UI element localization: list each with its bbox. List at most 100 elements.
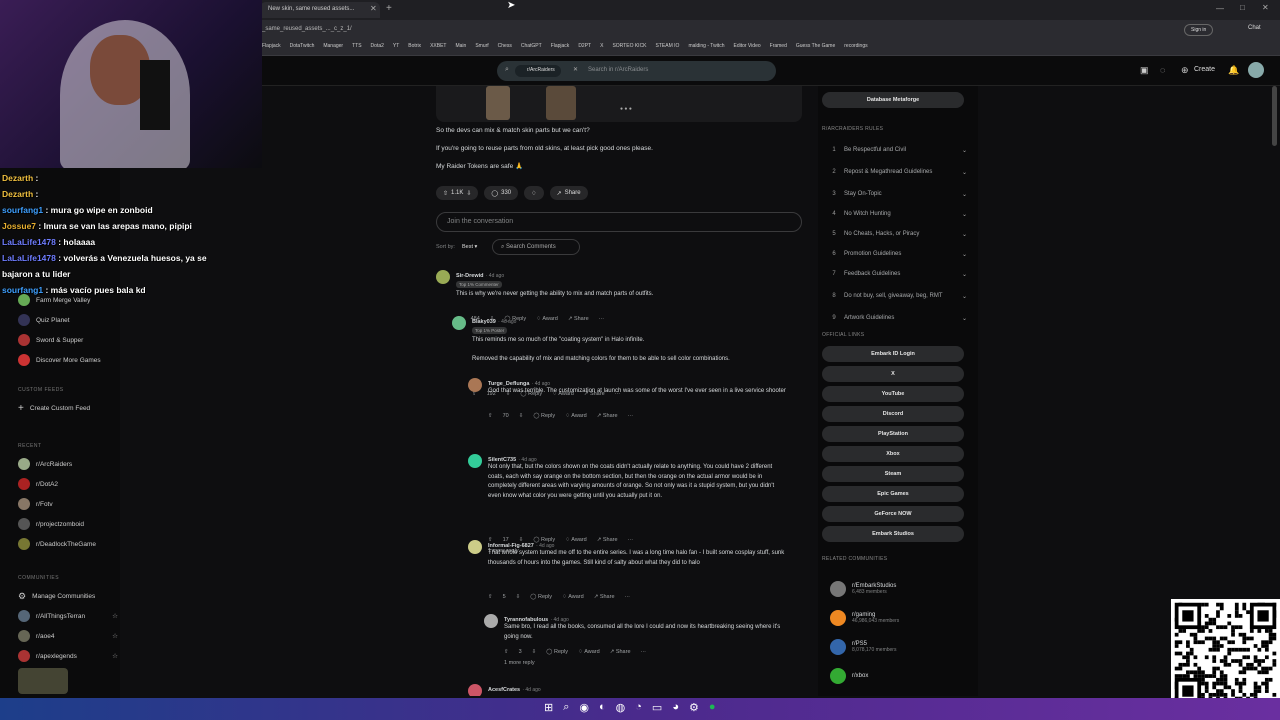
chat-button[interactable]: Chat	[1248, 25, 1261, 31]
app-icon[interactable]: ◐	[599, 701, 606, 714]
award-button[interactable]: ♢ Award	[565, 413, 587, 419]
recent-item[interactable]: r/projectzomboid	[18, 514, 118, 534]
bookmark-item[interactable]: X	[600, 43, 603, 49]
commenter-avatar[interactable]	[452, 316, 466, 330]
more-options-icon[interactable]: ···	[625, 594, 631, 600]
more-replies-link[interactable]: 1 more reply	[504, 660, 535, 666]
related-community[interactable]: r/EmbarkStudios 6,483 members	[818, 574, 978, 603]
award-button[interactable]: ♢ Award	[565, 537, 587, 543]
bookmark-item[interactable]: DotaTwitch	[290, 43, 315, 49]
bookmark-item[interactable]: D2PT	[578, 43, 591, 49]
section-label[interactable]: CUSTOM FEEDS	[18, 380, 118, 398]
chat-username[interactable]: Dezarth	[2, 189, 33, 199]
upvote-icon[interactable]: ⇧	[488, 594, 493, 600]
database-metaforge-button[interactable]: Database Metaforge	[822, 92, 964, 108]
recent-item[interactable]: r/DeadlockTheGame	[18, 534, 118, 554]
section-label[interactable]: COMMUNITIES	[18, 568, 118, 586]
rule-item[interactable]: 4 No Witch Hunting ⌄	[824, 204, 978, 224]
close-tab-icon[interactable]: ✕	[370, 4, 377, 13]
award-button[interactable]: ♢	[524, 186, 544, 200]
reply-button[interactable]: ◯ Reply	[546, 649, 568, 655]
rule-item[interactable]: 3 Stay On-Topic ⌄	[824, 184, 978, 204]
share-button[interactable]: ↗ Share	[597, 413, 618, 419]
bookmark-item[interactable]: Main	[455, 43, 466, 49]
bookmark-item[interactable]: STEAM IO	[656, 43, 680, 49]
rule-item[interactable]: 2 Repost & Megathread Guidelines ⌄	[824, 160, 978, 184]
create-button[interactable]: Create	[1194, 66, 1215, 73]
share-button[interactable]: ↗ Share	[549, 186, 588, 200]
share-button[interactable]: ↗ Share	[594, 594, 615, 600]
award-button[interactable]: ♢ Award	[562, 594, 584, 600]
sort-dropdown[interactable]: Best ▾	[462, 244, 477, 250]
rule-item[interactable]: 5 No Cheats, Hacks, or Piracy ⌄	[824, 224, 978, 244]
maximize-icon[interactable]: □	[1240, 3, 1245, 12]
new-tab-icon[interactable]: +	[386, 3, 392, 14]
star-icon[interactable]: ☆	[112, 612, 118, 620]
more-options-icon[interactable]: ···	[628, 413, 634, 419]
share-button[interactable]: ↗ Share	[568, 316, 589, 322]
rule-item[interactable]: 9 Artwork Guidelines ⌄	[824, 308, 978, 328]
rule-item[interactable]: 6 Promotion Guidelines ⌄	[824, 244, 978, 264]
chevron-down-icon[interactable]: ⌄	[962, 169, 978, 176]
section-label[interactable]: RECENT	[18, 436, 118, 454]
sidebar-game-item[interactable]: Sword & Supper	[18, 330, 118, 350]
downvote-icon[interactable]: ⇩	[516, 594, 521, 600]
sidebar-game-item[interactable]: Quiz Planet	[18, 310, 118, 330]
bookmark-item[interactable]: ChatGPT	[521, 43, 542, 49]
comment-author[interactable]: AcesfCrates	[488, 687, 520, 693]
commenter-avatar[interactable]	[468, 378, 482, 392]
bookmark-item[interactable]: SORTEO KICK	[612, 43, 646, 49]
search-subreddit-chip[interactable]: r/ArcRaiders	[515, 65, 561, 77]
official-link-button[interactable]: Discord	[822, 406, 964, 422]
chat-icon[interactable]: ◌	[1160, 65, 1165, 75]
related-community[interactable]: r/gaming 46,986,043 members	[818, 603, 978, 632]
chevron-down-icon[interactable]: ⌄	[962, 191, 978, 198]
official-link-button[interactable]: YouTube	[822, 386, 964, 402]
related-community[interactable]: r/xbox	[818, 661, 978, 690]
official-link-button[interactable]: Epic Games	[822, 486, 964, 502]
community-item[interactable]: r/aoe4 ☆	[18, 626, 118, 646]
sidebar-game-item[interactable]: Discover More Games	[18, 350, 118, 370]
official-link-button[interactable]: Xbox	[822, 446, 964, 462]
star-icon[interactable]: ☆	[112, 652, 118, 660]
more-options-icon[interactable]: ···	[628, 537, 634, 543]
bookmark-item[interactable]: recordings	[844, 43, 867, 49]
minimize-icon[interactable]: —	[1216, 4, 1224, 13]
chat-username[interactable]: sourfang1	[2, 285, 43, 295]
url-field[interactable]: _same_reused_assets_..._c_z_1/	[262, 26, 352, 32]
award-button[interactable]: ♢ Award	[536, 316, 558, 322]
rule-item[interactable]: 1 Be Respectful and Civil ⌄	[824, 140, 978, 160]
folder-icon[interactable]: ▭	[652, 701, 662, 714]
commenter-avatar[interactable]	[436, 270, 450, 284]
downvote-icon[interactable]: ⇩	[532, 649, 537, 655]
share-button[interactable]: ↗ Share	[597, 537, 618, 543]
chat-username[interactable]: sourfang1	[2, 205, 43, 215]
spotify-icon[interactable]: ●	[709, 701, 716, 714]
chat-username[interactable]: Jossue7	[2, 221, 36, 231]
chevron-down-icon[interactable]: ⌄	[962, 293, 978, 300]
vote-pill[interactable]: ⇧ 1.1K ⇩	[436, 186, 479, 200]
discord-icon[interactable]: ◕	[672, 701, 679, 714]
upvote-icon[interactable]: ⇧	[443, 190, 448, 197]
chevron-down-icon[interactable]: ⌄	[962, 251, 978, 258]
bookmark-item[interactable]: Framed	[770, 43, 787, 49]
award-button[interactable]: ♢ Award	[578, 649, 600, 655]
commenter-avatar[interactable]	[468, 540, 482, 554]
downvote-icon[interactable]: ⇩	[466, 190, 471, 197]
browser-tab[interactable]: New skin, same reused assets...	[260, 2, 380, 18]
comment-input[interactable]: Join the conversation	[436, 212, 802, 232]
recent-item[interactable]: r/ArcRaiders	[18, 454, 118, 474]
windows-start-icon[interactable]: ⊞	[544, 701, 553, 714]
star-icon[interactable]: ☆	[112, 632, 118, 640]
reply-button[interactable]: ◯ Reply	[530, 594, 552, 600]
upvote-icon[interactable]: ⇧	[504, 649, 509, 655]
bookmark-item[interactable]: Guess The Game	[796, 43, 835, 49]
comments-button[interactable]: ◯ 330	[484, 186, 519, 200]
more-options-icon[interactable]: ···	[599, 316, 605, 322]
bookmark-item[interactable]: Smurf	[475, 43, 488, 49]
chevron-down-icon[interactable]: ⌄	[962, 315, 978, 322]
official-link-button[interactable]: X	[822, 366, 964, 382]
sign-in-button[interactable]: Sign in	[1184, 24, 1214, 36]
downvote-icon[interactable]: ⇩	[519, 413, 524, 419]
bookmark-item[interactable]: Botrix	[408, 43, 421, 49]
